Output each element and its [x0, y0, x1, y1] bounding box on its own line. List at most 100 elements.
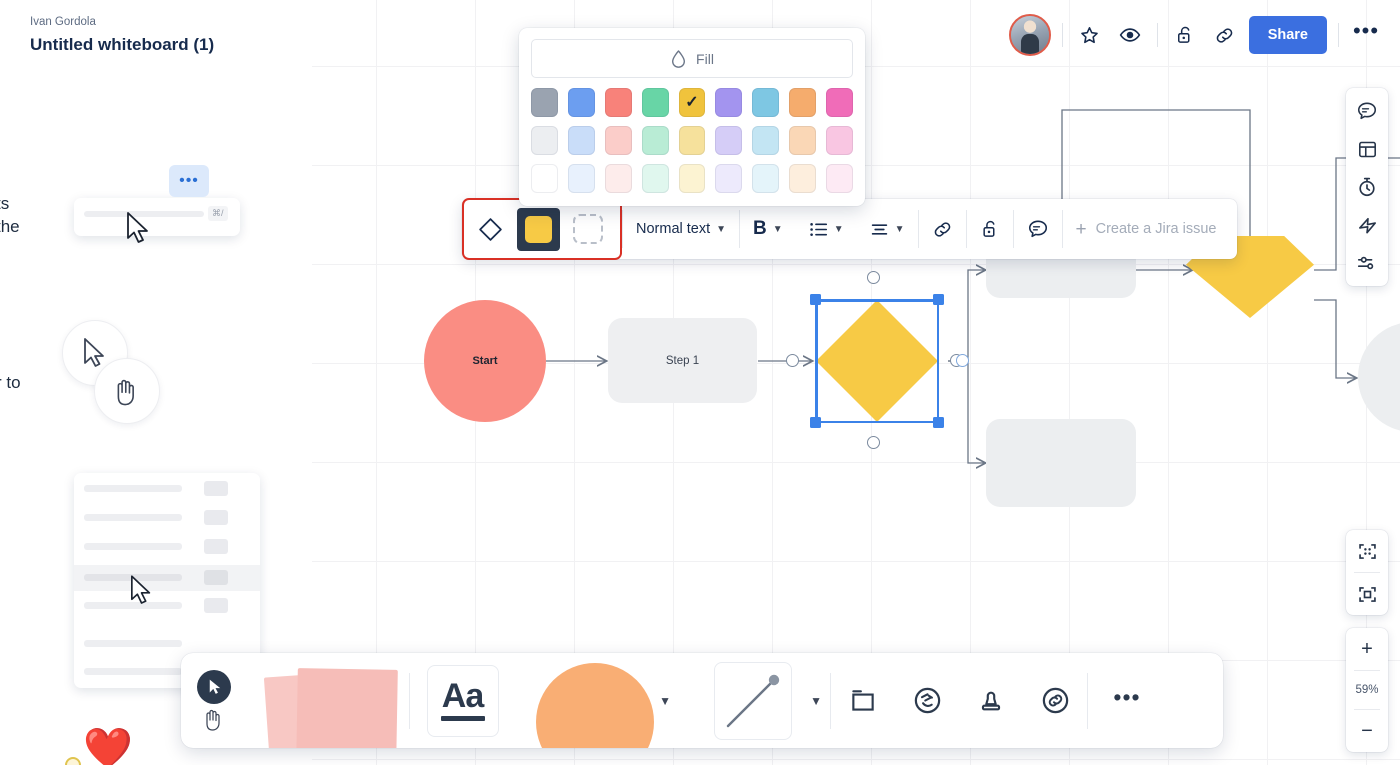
swatch-medium-1[interactable]	[567, 126, 595, 155]
swatch-vivid-2[interactable]	[604, 88, 632, 117]
swatch-light-4[interactable]	[678, 164, 706, 193]
resize-handle-bottom-right[interactable]	[933, 417, 944, 428]
select-cursor-tool[interactable]	[197, 669, 231, 704]
connection-anchor-bottom[interactable]	[867, 436, 880, 449]
swatch-medium-6[interactable]	[752, 126, 780, 155]
connection-anchor-left[interactable]	[786, 354, 799, 367]
resize-handle-top-left[interactable]	[810, 294, 821, 305]
sticky-note-tool[interactable]	[239, 653, 409, 748]
connection-anchor-top[interactable]	[867, 271, 880, 284]
swatch-medium-7[interactable]	[789, 126, 817, 155]
small-circle-sticker	[65, 757, 81, 765]
swatch-vivid-1[interactable]	[567, 88, 595, 117]
settings-sliders-icon[interactable]	[1351, 247, 1383, 279]
shape-type-button[interactable]	[464, 200, 517, 258]
frame-icon	[852, 689, 874, 711]
swatch-medium-0[interactable]	[531, 126, 558, 155]
onboarding-shortcut-badge: ⌘/	[208, 206, 228, 221]
connection-anchor-ghost[interactable]	[956, 354, 969, 367]
chevron-down-icon[interactable]: ▼	[810, 694, 822, 708]
step1-node[interactable]: Step 1	[608, 318, 757, 403]
swatch-light-7[interactable]	[789, 164, 817, 193]
bold-dropdown[interactable]: B ▼	[740, 199, 796, 259]
swatch-vivid-5[interactable]	[715, 88, 743, 117]
swatch-vivid-8[interactable]	[826, 88, 854, 117]
frame-tool[interactable]	[831, 653, 895, 748]
chevron-down-icon: ▼	[772, 223, 783, 235]
more-tools[interactable]: •••	[1088, 653, 1166, 748]
unlock-icon[interactable]	[1169, 19, 1201, 51]
fill-color-button[interactable]	[517, 207, 560, 251]
fill-color-swatch	[525, 215, 552, 243]
resize-handle-top-right[interactable]	[933, 294, 944, 305]
swatch-medium-3[interactable]	[641, 126, 669, 155]
board-owner: Ivan Gordola	[30, 16, 96, 28]
zoom-out-button[interactable]: −	[1346, 710, 1388, 752]
avatar[interactable]	[1008, 14, 1051, 56]
star-icon[interactable]	[1074, 19, 1106, 51]
lock-shape-button[interactable]	[967, 199, 1013, 259]
swatch-medium-5[interactable]	[715, 126, 743, 155]
swatch-medium-2[interactable]	[604, 126, 632, 155]
shape-tool[interactable]: ▼	[515, 653, 675, 748]
link-icon[interactable]	[1209, 19, 1241, 51]
swatch-light-5[interactable]	[715, 164, 743, 193]
create-jira-issue-button[interactable]: + Create a Jira issue	[1063, 199, 1237, 259]
plus-icon: +	[1075, 218, 1087, 240]
diamond-shape-icon	[479, 217, 502, 241]
fill-color-popup[interactable]: Fill ✓	[519, 28, 865, 206]
swatch-medium-8[interactable]	[826, 126, 854, 155]
onboarding-hand-circle	[94, 358, 160, 424]
text-tool[interactable]: Aa	[410, 653, 515, 748]
text-align-icon	[871, 223, 887, 235]
header-more-menu[interactable]: •••	[1350, 19, 1382, 51]
ghost-node-bottom[interactable]	[986, 419, 1136, 507]
start-node[interactable]: Start	[424, 300, 546, 422]
watch-eye-icon[interactable]	[1114, 19, 1146, 51]
fit-all-button[interactable]	[1346, 530, 1388, 572]
presentation-icon[interactable]	[1351, 209, 1383, 241]
swatch-light-2[interactable]	[604, 164, 632, 193]
selection-frame[interactable]	[810, 294, 944, 428]
text-style-dropdown[interactable]: Normal text ▼	[623, 199, 739, 259]
smart-link-tool[interactable]	[1023, 653, 1087, 748]
comment-icon[interactable]	[1351, 95, 1383, 127]
swatch-vivid-3[interactable]	[641, 88, 669, 117]
zoom-level-label[interactable]: 59%	[1346, 671, 1388, 709]
line-connector-tool[interactable]: ▼	[675, 653, 830, 748]
swatch-light-8[interactable]	[826, 164, 854, 193]
page-title[interactable]: Untitled whiteboard (1)	[30, 35, 214, 55]
align-dropdown[interactable]: ▼	[857, 199, 918, 259]
fit-selection-button[interactable]	[1346, 573, 1388, 615]
swatch-light-0[interactable]	[531, 164, 558, 193]
swatch-vivid-7[interactable]	[789, 88, 817, 117]
swatch-light-6[interactable]	[752, 164, 780, 193]
resize-handle-bottom-left[interactable]	[810, 417, 821, 428]
swatch-vivid-0[interactable]	[531, 88, 558, 117]
stamp-tool[interactable]	[959, 653, 1023, 748]
zoom-controls: + 59% −	[1346, 628, 1388, 752]
swatch-medium-4[interactable]	[678, 126, 706, 155]
border-style-button[interactable]	[560, 200, 616, 258]
swatch-light-3[interactable]	[641, 164, 669, 193]
table-layout-icon[interactable]	[1351, 133, 1383, 165]
divider	[1061, 23, 1063, 47]
add-link-button[interactable]	[919, 199, 966, 259]
timer-icon[interactable]	[1351, 171, 1383, 203]
comment-button[interactable]	[1014, 199, 1062, 259]
share-button[interactable]: Share	[1248, 16, 1327, 54]
swatch-vivid-6[interactable]	[752, 88, 780, 117]
chevron-down-icon[interactable]: ▼	[659, 694, 671, 708]
text-style-label: Normal text	[636, 221, 711, 237]
fill-popup-header[interactable]: Fill	[531, 39, 853, 78]
list-dropdown[interactable]: ▼	[796, 199, 857, 259]
zoom-in-button[interactable]: +	[1346, 628, 1388, 670]
swatch-vivid-4-selected[interactable]: ✓	[678, 88, 706, 117]
onboarding-text-2: the	[0, 217, 20, 236]
onboarding-text-1: ts	[0, 194, 10, 213]
sticker-tool[interactable]	[895, 653, 959, 748]
step1-node-label: Step 1	[665, 354, 700, 367]
hand-pan-tool[interactable]	[202, 706, 226, 732]
swatch-light-1[interactable]	[567, 164, 595, 193]
fit-controls	[1346, 530, 1388, 615]
